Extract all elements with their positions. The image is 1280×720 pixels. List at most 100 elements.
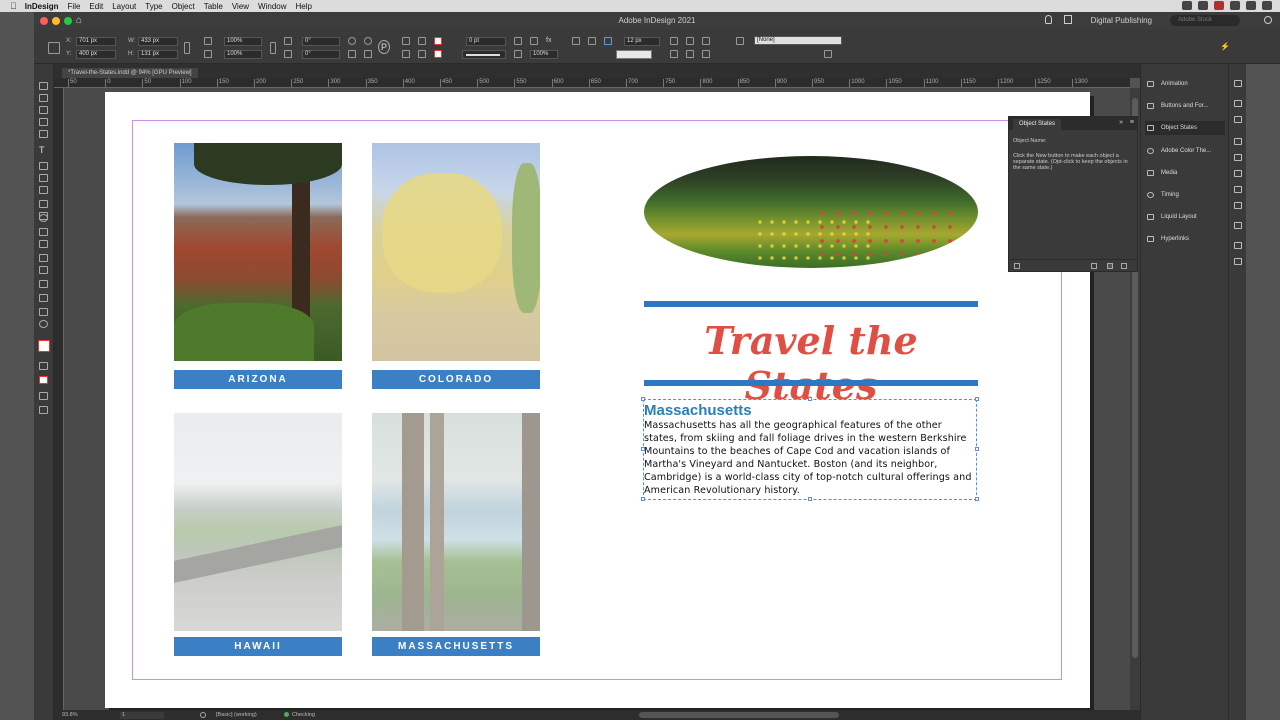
frame-handle[interactable]	[641, 397, 645, 401]
convert-to-button-icon[interactable]	[1091, 263, 1097, 269]
text-wrap-none-icon[interactable]	[572, 37, 580, 45]
effects-icon[interactable]	[514, 37, 522, 45]
panel-adobe-color[interactable]: Adobe Color The...	[1145, 144, 1225, 158]
shear-field[interactable]: 0°	[302, 50, 340, 59]
reference-point-icon[interactable]	[48, 42, 60, 54]
page-tool-icon[interactable]	[39, 106, 48, 114]
drop-shadow-icon[interactable]	[530, 37, 538, 45]
links-icon[interactable]	[1234, 100, 1242, 107]
content-collector-icon[interactable]	[39, 130, 48, 138]
workspace-switcher[interactable]: Digital Publishing	[1091, 16, 1152, 25]
menu-table[interactable]: Table	[204, 2, 223, 11]
text-wrap-icon[interactable]	[1234, 222, 1242, 229]
opacity-icon[interactable]	[514, 50, 522, 58]
type-tool-icon[interactable]: T	[39, 146, 48, 155]
lightning-icon[interactable]: ⚡	[1220, 42, 1230, 51]
panel-object-states[interactable]: Object States	[1145, 121, 1225, 135]
control-center-icon[interactable]	[1262, 1, 1272, 10]
preview-mode-icon[interactable]	[39, 406, 48, 414]
frame-handle[interactable]	[975, 497, 979, 501]
cc-libraries-icon[interactable]	[1234, 80, 1242, 87]
gap-tool-icon[interactable]	[39, 118, 48, 126]
gradient-icon[interactable]	[1234, 186, 1242, 193]
select-next-icon[interactable]	[418, 50, 426, 58]
preflight-status[interactable]: Checking	[292, 712, 315, 718]
frame-handle[interactable]	[641, 447, 645, 451]
article-text-frame[interactable]: Massachusetts Massachusetts has all the …	[641, 397, 979, 501]
stroke-icon[interactable]	[1234, 138, 1242, 145]
stroke-type-dropdown[interactable]	[462, 50, 506, 59]
swatches-icon[interactable]	[1234, 154, 1242, 161]
horizontal-ruler[interactable]: 50 0 50 100 150 200 250 300 350 400 450 500 550 600 65…	[54, 78, 1130, 88]
scale-y-icon[interactable]	[204, 50, 212, 58]
new-state-icon[interactable]	[1107, 263, 1113, 269]
colorado-photo[interactable]	[372, 143, 540, 361]
fill-stroke-icon[interactable]	[38, 340, 50, 352]
rectangle-frame-tool-icon[interactable]	[39, 200, 48, 208]
master-style[interactable]: [Basic] (working)	[216, 712, 257, 718]
share-icon[interactable]	[1064, 15, 1072, 24]
rotate-ccw-icon[interactable]	[364, 37, 372, 45]
select-previous-icon[interactable]	[402, 50, 410, 58]
width-field[interactable]: 433 px	[138, 37, 178, 46]
scale-x-field[interactable]: 100%	[224, 37, 262, 46]
align-right-icon[interactable]	[702, 37, 710, 45]
scale-y-field[interactable]: 100%	[224, 50, 262, 59]
select-container-icon[interactable]	[402, 37, 410, 45]
search-icon[interactable]	[1246, 1, 1256, 10]
constrain-proportions-icon[interactable]	[184, 42, 190, 54]
menu-file[interactable]: File	[68, 2, 81, 11]
flip-horizontal-icon[interactable]	[348, 50, 356, 58]
menu-edit[interactable]: Edit	[89, 2, 103, 11]
lightbulb-icon[interactable]	[1045, 15, 1052, 24]
zoom-tool-icon[interactable]	[39, 320, 48, 328]
align-left-icon[interactable]	[670, 37, 678, 45]
object-style-dropdown[interactable]: [None]	[754, 36, 842, 45]
scissors-tool-icon[interactable]	[39, 228, 48, 236]
frame-handle[interactable]	[975, 397, 979, 401]
layers-icon[interactable]	[1234, 116, 1242, 123]
pen-tool-icon[interactable]	[39, 174, 48, 182]
frame-handle[interactable]	[975, 447, 979, 451]
hawaii-photo[interactable]	[174, 413, 342, 631]
wifi-icon[interactable]	[1230, 1, 1240, 10]
scale-x-icon[interactable]	[204, 37, 212, 45]
align-top-icon[interactable]	[670, 50, 678, 58]
selection-tool-icon[interactable]	[39, 82, 48, 90]
adobe-stock-search[interactable]: Adobe Stock	[1170, 15, 1240, 26]
collapse-panel-icon[interactable]: »	[1119, 119, 1123, 126]
line-tool-icon[interactable]	[39, 162, 48, 170]
stroke-weight-field[interactable]: 0 pt	[466, 37, 506, 46]
select-content-icon[interactable]	[418, 37, 426, 45]
colorado-label[interactable]: COLORADO	[372, 370, 540, 389]
headline[interactable]: Travel the States	[644, 318, 978, 408]
preview-icon[interactable]	[200, 712, 206, 718]
frame-handle[interactable]	[641, 497, 645, 501]
document-page[interactable]: ARIZONA COLORADO HAWAII MASSACHUSETTS Tr…	[105, 92, 1090, 708]
screen-mode-icon[interactable]	[39, 392, 48, 400]
color-icon[interactable]	[1234, 170, 1242, 177]
object-states-tab[interactable]: Object States	[1013, 119, 1062, 130]
panel-hyperlinks[interactable]: Hyperlinks	[1145, 232, 1225, 246]
preview-state-icon[interactable]	[1014, 263, 1020, 269]
panel-media[interactable]: Media	[1145, 166, 1225, 180]
panel-animation[interactable]: Animation	[1145, 77, 1225, 91]
hand-tool-icon[interactable]	[39, 308, 48, 316]
frame-handle[interactable]	[808, 497, 812, 501]
rotation-field[interactable]: 0°	[302, 37, 340, 46]
direct-selection-tool-icon[interactable]	[39, 94, 48, 102]
align-bottom-icon[interactable]	[702, 50, 710, 58]
rotate-cw-icon[interactable]	[348, 37, 356, 45]
quick-apply-icon[interactable]	[824, 50, 832, 58]
paragraph-icon[interactable]	[1234, 258, 1242, 265]
menu-view[interactable]: View	[232, 2, 249, 11]
panel-timing[interactable]: Timing	[1145, 188, 1225, 202]
document-tab[interactable]: *Travel-the-States.indd @ 94% [GPU Previ…	[62, 68, 198, 78]
zoom-level[interactable]: 93.8%	[62, 712, 78, 718]
menu-type[interactable]: Type	[145, 2, 162, 11]
x-field[interactable]: 701 px	[76, 37, 116, 46]
panel-buttons-forms[interactable]: Buttons and For...	[1145, 99, 1225, 113]
height-field[interactable]: 131 px	[138, 50, 178, 59]
formatting-container-icon[interactable]	[39, 362, 48, 370]
wildflower-oval-image[interactable]	[644, 156, 978, 268]
